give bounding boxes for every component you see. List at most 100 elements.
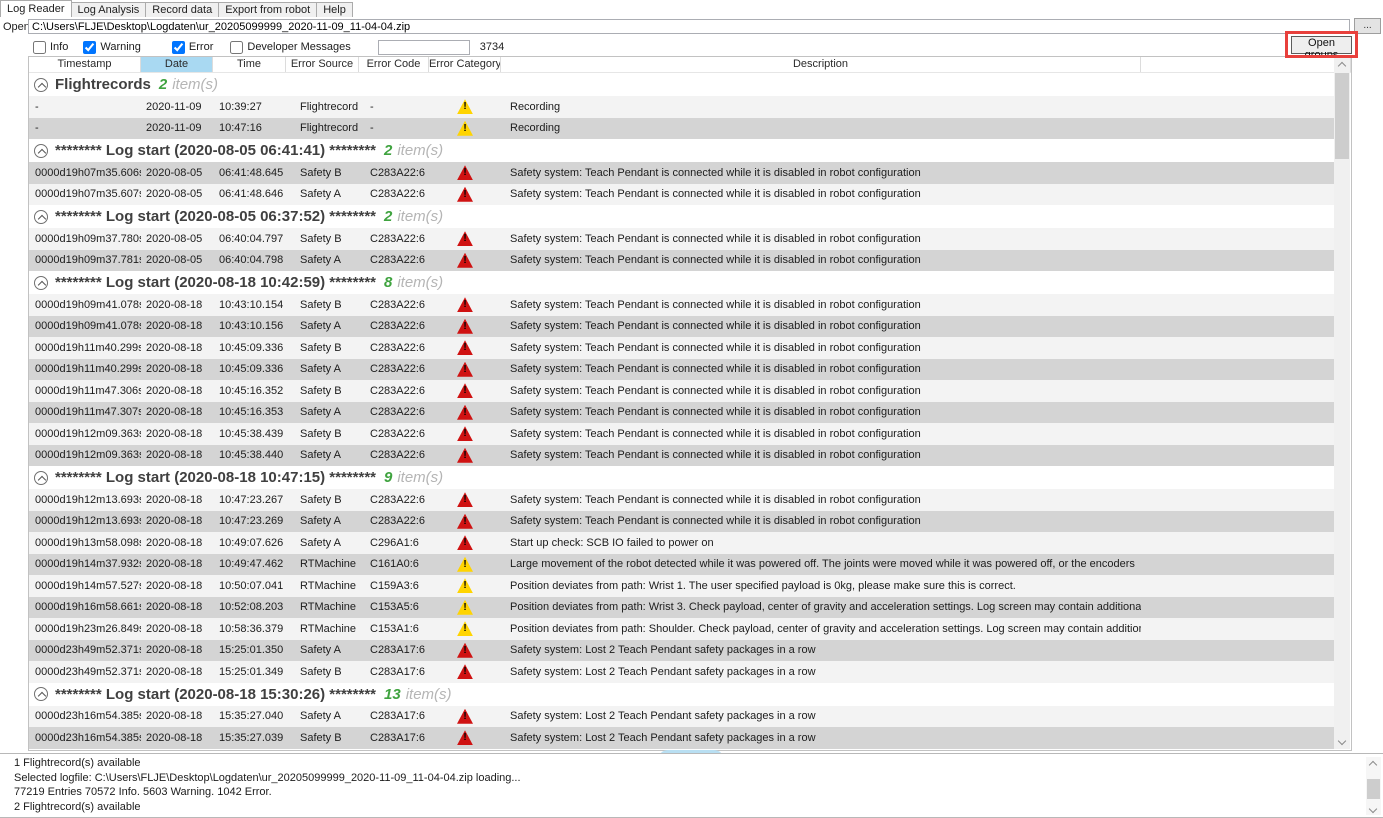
- log-row[interactable]: 0000d23h16m54.385s2020-08-1815:35:27.039…: [29, 727, 1334, 749]
- column-header-timestamp[interactable]: Timestamp: [29, 57, 141, 72]
- tab-record-data[interactable]: Record data: [145, 2, 219, 17]
- log-row[interactable]: 0000d19h12m13.693s2020-08-1810:47:23.269…: [29, 511, 1334, 533]
- browse-button[interactable]: ...: [1354, 18, 1381, 34]
- status-line: Selected logfile: C:\Users\FLJE\Desktop\…: [14, 771, 1383, 786]
- scroll-up-icon[interactable]: [1334, 57, 1350, 72]
- cell-code: C283A17:6: [359, 644, 429, 656]
- collapse-chevron-icon[interactable]: [34, 78, 48, 92]
- group-header[interactable]: Flightrecords2item(s): [29, 73, 1334, 96]
- cell-code: C283A22:6: [359, 254, 429, 266]
- checkbox-warning[interactable]: Warning: [83, 41, 141, 54]
- tab-help[interactable]: Help: [316, 2, 353, 17]
- log-row[interactable]: 0000d19h12m13.693s2020-08-1810:47:23.267…: [29, 489, 1334, 511]
- log-row[interactable]: 0000d19h11m40.299s2020-08-1810:45:09.336…: [29, 337, 1334, 359]
- column-header-error-code[interactable]: Error Code: [359, 57, 429, 72]
- checkbox-warning-input[interactable]: [83, 41, 96, 54]
- log-row[interactable]: 0000d19h23m26.849s2020-08-1810:58:36.379…: [29, 618, 1334, 640]
- log-row[interactable]: -2020-11-0910:47:16Flightrecord-Recordin…: [29, 118, 1334, 140]
- group-header[interactable]: ******** Log start (2020-08-18 15:30:26)…: [29, 683, 1334, 706]
- group-header[interactable]: ******** Log start (2020-08-18 10:42:59)…: [29, 271, 1334, 294]
- cell-time: 10:47:23.269: [213, 515, 286, 527]
- tab-log-reader[interactable]: Log Reader: [0, 0, 72, 17]
- cell-date: 2020-08-18: [141, 666, 213, 678]
- table-scrollbar[interactable]: [1334, 57, 1350, 749]
- cell-date: 2020-08-18: [141, 342, 213, 354]
- cell-source: Safety A: [286, 254, 359, 266]
- log-row[interactable]: 0000d19h14m37.932s2020-08-1810:49:47.462…: [29, 554, 1334, 576]
- open-groups-button[interactable]: Open groups: [1291, 36, 1352, 54]
- log-row[interactable]: 0000d19h12m09.363s2020-08-1810:45:38.439…: [29, 423, 1334, 445]
- log-row[interactable]: 0000d19h07m35.606s2020-08-0506:41:48.645…: [29, 162, 1334, 184]
- checkbox-info[interactable]: Info: [33, 41, 68, 54]
- cell-source: RTMachine: [286, 623, 359, 635]
- tab-log-analysis[interactable]: Log Analysis: [71, 2, 147, 17]
- checkbox-error[interactable]: Error: [172, 41, 213, 54]
- group-item-count: 2: [384, 142, 392, 159]
- scrollbar-thumb[interactable]: [1367, 779, 1380, 799]
- group-header[interactable]: ******** Log start (2020-08-18 10:47:15)…: [29, 466, 1334, 489]
- log-row[interactable]: 0000d19h09m41.078s2020-08-1810:43:10.156…: [29, 316, 1334, 338]
- status-line: 2 Flightrecord(s) available: [14, 800, 1383, 815]
- cell-date: 2020-08-18: [141, 710, 213, 722]
- log-row[interactable]: 0000d23h16m54.385s2020-08-1815:35:27.040…: [29, 706, 1334, 728]
- cell-date: 2020-08-18: [141, 385, 213, 397]
- checkbox-info-input[interactable]: [33, 41, 46, 54]
- checkbox-developer-messages-input[interactable]: [230, 41, 243, 54]
- log-row[interactable]: 0000d19h07m35.607s2020-08-0506:41:48.646…: [29, 184, 1334, 206]
- log-row[interactable]: 0000d19h16m58.661s2020-08-1810:52:08.203…: [29, 597, 1334, 619]
- log-row[interactable]: 0000d19h09m37.781s2020-08-0506:40:04.798…: [29, 250, 1334, 272]
- collapse-chevron-icon[interactable]: [34, 687, 48, 701]
- cell-timestamp: -: [29, 101, 141, 113]
- scroll-up-icon[interactable]: [1366, 757, 1381, 769]
- group-title: ******** Log start (2020-08-18 10:47:15)…: [55, 469, 376, 486]
- log-row[interactable]: 0000d23h49m52.371s2020-08-1815:25:01.349…: [29, 661, 1334, 683]
- cell-timestamp: 0000d19h09m37.780s: [29, 233, 141, 245]
- filter-search-input[interactable]: [378, 40, 470, 55]
- collapse-chevron-icon[interactable]: [34, 144, 48, 158]
- log-row[interactable]: 0000d19h09m37.780s2020-08-0506:40:04.797…: [29, 228, 1334, 250]
- group-header[interactable]: ******** Log start (2020-08-05 06:37:52)…: [29, 205, 1334, 228]
- log-row[interactable]: 0000d19h11m47.307s2020-08-1810:45:16.353…: [29, 402, 1334, 424]
- cell-date: 2020-08-18: [141, 732, 213, 744]
- scroll-down-icon[interactable]: [1366, 803, 1381, 815]
- error-icon: [457, 492, 473, 507]
- group-header[interactable]: ******** Log start (2020-08-05 06:41:41)…: [29, 139, 1334, 162]
- cell-timestamp: 0000d19h12m13.693s: [29, 494, 141, 506]
- column-header-error-category[interactable]: Error Category: [429, 57, 501, 72]
- group-item-count: 9: [384, 469, 392, 486]
- error-icon: [457, 231, 473, 246]
- scroll-down-icon[interactable]: [1334, 734, 1350, 749]
- column-header-description[interactable]: Description: [501, 57, 1141, 72]
- collapse-chevron-icon[interactable]: [34, 276, 48, 290]
- error-icon: [457, 405, 473, 420]
- cell-timestamp: 0000d19h07m35.606s: [29, 167, 141, 179]
- checkbox-error-input[interactable]: [172, 41, 185, 54]
- cell-date: 2020-11-09: [141, 122, 213, 134]
- cell-code: C153A1:6: [359, 623, 429, 635]
- collapse-chevron-icon[interactable]: [34, 471, 48, 485]
- log-row[interactable]: 0000d19h09m41.078s2020-08-1810:43:10.154…: [29, 294, 1334, 316]
- column-header-date[interactable]: Date: [141, 57, 213, 72]
- column-header-time[interactable]: Time: [213, 57, 286, 72]
- status-scrollbar[interactable]: [1366, 757, 1381, 815]
- cell-description: Safety system: Teach Pendant is connecte…: [501, 254, 1141, 266]
- logfile-path-input[interactable]: [28, 19, 1350, 34]
- collapse-chevron-icon[interactable]: [34, 210, 48, 224]
- checkbox-developer-messages[interactable]: Developer Messages: [230, 41, 350, 54]
- log-row[interactable]: 0000d19h12m09.363s2020-08-1810:45:38.440…: [29, 445, 1334, 467]
- cell-timestamp: 0000d19h12m09.363s: [29, 449, 141, 461]
- log-row[interactable]: 0000d23h49m52.371s2020-08-1815:25:01.350…: [29, 640, 1334, 662]
- log-row[interactable]: 0000d19h11m40.299s2020-08-1810:45:09.336…: [29, 359, 1334, 381]
- cell-description: Safety system: Lost 2 Teach Pendant safe…: [501, 644, 1141, 656]
- cell-timestamp: 0000d19h11m47.307s: [29, 406, 141, 418]
- log-row[interactable]: 0000d19h14m57.527s2020-08-1810:50:07.041…: [29, 575, 1334, 597]
- log-row[interactable]: -2020-11-0910:39:27Flightrecord-Recordin…: [29, 96, 1334, 118]
- tab-export-from-robot[interactable]: Export from robot: [218, 2, 317, 17]
- log-row[interactable]: 0000d19h11m47.306s2020-08-1810:45:16.352…: [29, 380, 1334, 402]
- column-header-error-source[interactable]: Error Source: [286, 57, 359, 72]
- cell-source: Safety B: [286, 233, 359, 245]
- scrollbar-thumb[interactable]: [1335, 73, 1349, 159]
- log-row[interactable]: 0000d19h13m58.098s2020-08-1810:49:07.626…: [29, 532, 1334, 554]
- cell-timestamp: 0000d19h09m37.781s: [29, 254, 141, 266]
- cell-code: C159A3:6: [359, 580, 429, 592]
